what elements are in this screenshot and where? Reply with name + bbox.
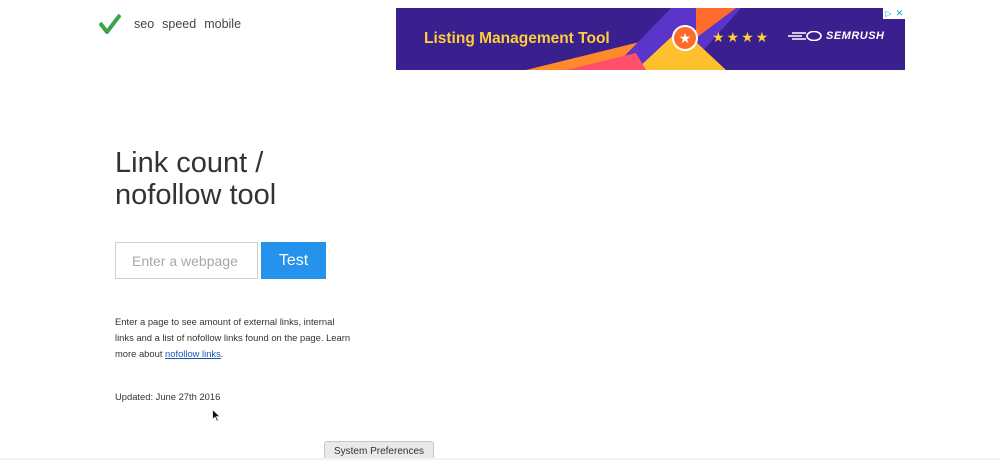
ad-info-icon[interactable]: ▷ bbox=[883, 8, 894, 19]
ad-title: Listing Management Tool bbox=[424, 30, 610, 47]
ad-brand: SEMRUSH bbox=[788, 30, 885, 42]
semrush-fire-icon bbox=[788, 31, 822, 41]
rating-stars: ★★★★ bbox=[712, 29, 771, 45]
page-title-line2: nofollow tool bbox=[115, 179, 277, 211]
nav-link-seo[interactable]: seo bbox=[134, 17, 154, 31]
checkmark-logo-icon[interactable] bbox=[99, 14, 121, 34]
description-end: . bbox=[220, 348, 224, 359]
nav-link-mobile[interactable]: mobile bbox=[204, 17, 241, 31]
page-title-line1: Link count / bbox=[115, 147, 264, 179]
nav-link-speed[interactable]: speed bbox=[162, 17, 196, 31]
nofollow-links-link[interactable]: nofollow links bbox=[165, 348, 221, 359]
mouse-cursor-icon bbox=[212, 409, 221, 422]
description: Enter a page to see amount of external l… bbox=[115, 314, 355, 362]
close-icon[interactable]: ✕ bbox=[894, 8, 905, 19]
ad-banner[interactable]: Listing Management Tool ★ ★★★★ SEMRUSH ▷… bbox=[396, 8, 905, 70]
test-button[interactable]: Test bbox=[261, 242, 326, 279]
top-nav: seo speed mobile bbox=[134, 17, 241, 31]
star-badge-icon: ★ bbox=[672, 25, 698, 51]
page: seo speed mobile Listing Management Tool… bbox=[0, 0, 1000, 460]
webpage-input[interactable] bbox=[115, 242, 258, 279]
ad-brand-label: SEMRUSH bbox=[826, 30, 885, 42]
page-title: Link count / nofollow tool bbox=[115, 147, 375, 211]
description-text: Enter a page to see amount of external l… bbox=[115, 316, 351, 359]
updated-date: Updated: June 27th 2016 bbox=[115, 391, 221, 402]
